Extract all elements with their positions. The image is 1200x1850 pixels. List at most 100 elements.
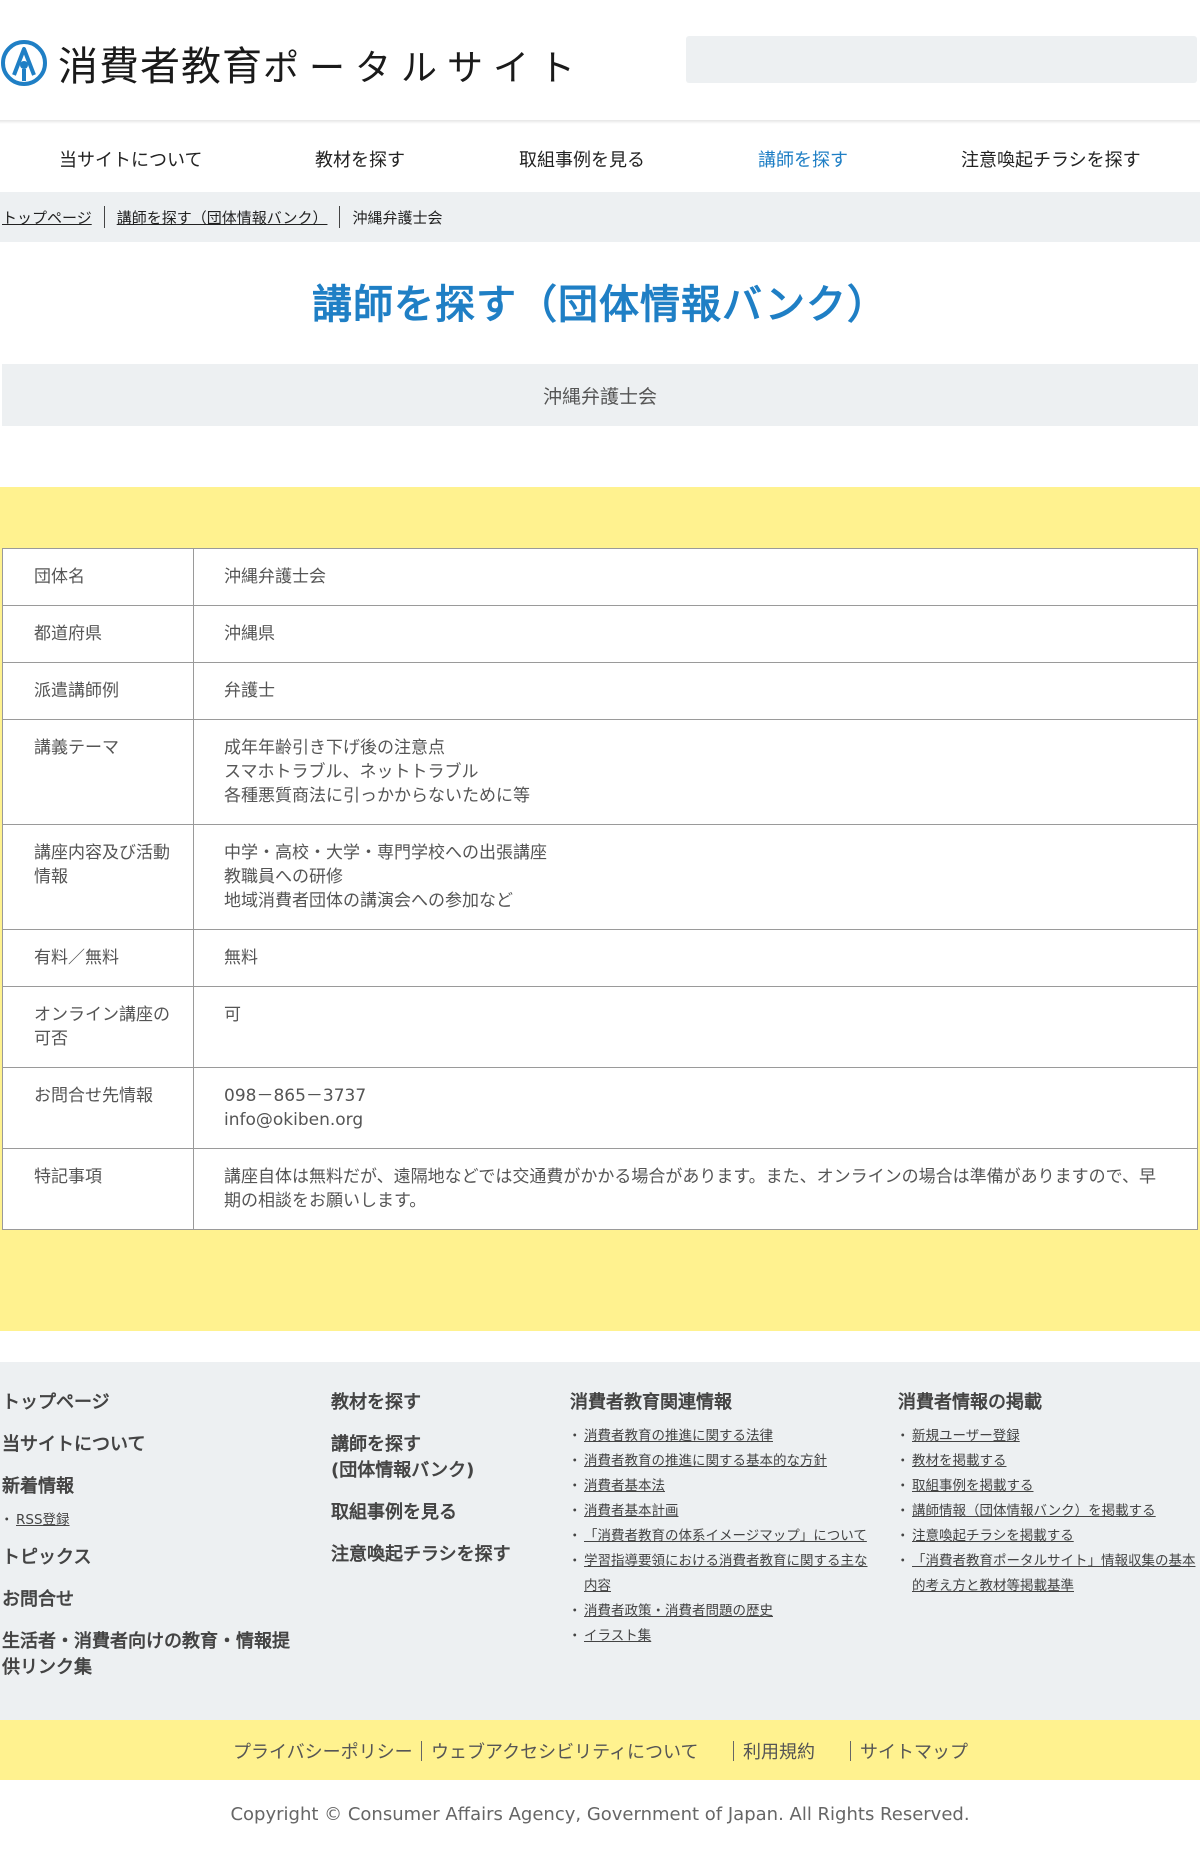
table-row: 派遣講師例 弁護士: [2, 662, 1198, 720]
list-item[interactable]: 「消費者教育ポータルサイト」情報収集の基本的考え方と教材等掲載基準: [896, 1549, 1198, 1599]
footer-link[interactable]: 消費者政策・消費者問題の歴史: [584, 1603, 773, 1619]
site-header: 消費者教育ポータルサイト: [0, 0, 1200, 122]
footer-link[interactable]: 講師情報（団体情報バンク）を掲載する: [912, 1503, 1156, 1519]
row-value: 無料: [193, 929, 1198, 987]
list-item[interactable]: 消費者教育の推進に関する法律: [568, 1424, 870, 1449]
list-item[interactable]: イラスト集: [568, 1624, 870, 1649]
search-input[interactable]: [686, 36, 1197, 83]
footer-link[interactable]: 新規ユーザー登録: [912, 1428, 1020, 1444]
link-terms[interactable]: 利用規約: [743, 1738, 815, 1764]
table-row: 団体名 沖縄弁護士会: [2, 548, 1198, 606]
row-label: 団体名: [2, 548, 194, 606]
footer-link-materials[interactable]: 教材を探す: [331, 1390, 511, 1416]
row-value-line: 教職員への研修: [224, 867, 343, 887]
footer-news-list: RSS登録: [0, 1508, 292, 1533]
breadcrumb-current: 沖縄弁護士会: [352, 208, 443, 227]
table-row: 講義テーマ 成年年齢引き下げ後の注意点 スマホトラブル、ネットトラブル 各種悪質…: [2, 719, 1198, 825]
table-row: 特記事項 講座自体は無料だが、遠隔地などでは交通費がかかる場合があります。また、…: [2, 1148, 1198, 1230]
breadcrumb-top[interactable]: トップページ: [2, 207, 92, 228]
list-item[interactable]: 「消費者教育の体系イメージマップ」について: [568, 1524, 870, 1549]
footer-link[interactable]: 取組事例を掲載する: [912, 1478, 1034, 1494]
footer-link-top[interactable]: トップページ: [2, 1390, 292, 1416]
footer-link[interactable]: 学習指導要領における消費者教育に関する主な内容: [584, 1553, 868, 1594]
footer-column-2: 教材を探す 講師を探す (団体情報バンク) 取組事例を見る 注意喚起チラシを探す: [331, 1390, 511, 1584]
footer-link[interactable]: 消費者基本法: [584, 1478, 665, 1494]
organization-name: 沖縄弁護士会: [542, 385, 657, 408]
row-value: 可: [193, 986, 1198, 1068]
list-item[interactable]: 消費者政策・消費者問題の歴史: [568, 1599, 870, 1624]
list-item[interactable]: 講師情報（団体情報バンク）を掲載する: [896, 1499, 1198, 1524]
footer-link-education-links[interactable]: 生活者・消費者向けの教育・情報提供リンク集: [2, 1629, 292, 1681]
nav-cases[interactable]: 取組事例を見る: [519, 146, 645, 172]
row-value: 中学・高校・大学・専門学校への出張講座 教職員への研修 地域消費者団体の講演会へ…: [193, 824, 1198, 930]
list-item[interactable]: 新規ユーザー登録: [896, 1424, 1198, 1449]
footer-related-list: 消費者教育の推進に関する法律 消費者教育の推進に関する基本的な方針 消費者基本法…: [568, 1424, 870, 1649]
logo-main: 消費者教育: [58, 44, 263, 90]
table-row: 講座内容及び活動情報 中学・高校・大学・専門学校への出張講座 教職員への研修 地…: [2, 824, 1198, 930]
row-value-line: 無料: [224, 948, 258, 968]
footer-link-topics[interactable]: トピックス: [2, 1545, 292, 1571]
list-item[interactable]: 消費者基本計画: [568, 1499, 870, 1524]
footer-link-contact[interactable]: お問合せ: [2, 1587, 292, 1613]
footer-link[interactable]: 消費者教育の推進に関する法律: [584, 1428, 773, 1444]
row-label: 都道府県: [2, 605, 194, 663]
row-value-line: 地域消費者団体の講演会への参加など: [224, 891, 513, 911]
nav-lecturers[interactable]: 講師を探す: [758, 146, 848, 172]
global-nav: 当サイトについて 教材を探す 取組事例を見る 講師を探す 注意喚起チラシを探す: [0, 126, 1200, 192]
footer-link[interactable]: 「消費者教育ポータルサイト」情報収集の基本的考え方と教材等掲載基準: [912, 1553, 1196, 1594]
footer-link[interactable]: 消費者基本計画: [584, 1503, 679, 1519]
row-value: 098－865－3737 info@okiben.org: [193, 1067, 1198, 1149]
footer-link[interactable]: 教材を掲載する: [912, 1453, 1007, 1469]
footer-link-flyers[interactable]: 注意喚起チラシを探す: [331, 1542, 511, 1568]
footer-link-about[interactable]: 当サイトについて: [2, 1432, 292, 1458]
row-value: 沖縄県: [193, 605, 1198, 663]
link-accessibility[interactable]: ウェブアクセシビリティについて: [431, 1738, 698, 1764]
footer-link[interactable]: 消費者教育の推進に関する基本的な方針: [584, 1453, 827, 1469]
list-item[interactable]: 消費者教育の推進に関する基本的な方針: [568, 1449, 870, 1474]
link-privacy[interactable]: プライバシーポリシー: [233, 1738, 413, 1764]
breadcrumb: トップページ 講師を探す（団体情報バンク） 沖縄弁護士会: [0, 192, 1200, 242]
row-label: 有料／無料: [2, 929, 194, 987]
footer-column-1: トップページ 当サイトについて 新着情報 RSS登録 トピックス お問合せ 生活…: [0, 1390, 292, 1681]
link-sitemap[interactable]: サイトマップ: [860, 1738, 968, 1764]
nav-about[interactable]: 当サイトについて: [59, 146, 202, 172]
row-label: お問合せ先情報: [2, 1067, 194, 1149]
breadcrumb-parent[interactable]: 講師を探す（団体情報バンク）: [117, 207, 328, 228]
row-label: 派遣講師例: [2, 662, 194, 720]
row-label: 講座内容及び活動情報: [2, 824, 194, 930]
footer-link-lecturers[interactable]: 講師を探す (団体情報バンク): [331, 1432, 511, 1484]
organization-name-bar: 沖縄弁護士会: [2, 364, 1198, 426]
row-value-line: 中学・高校・大学・専門学校への出張講座: [224, 843, 547, 863]
list-item[interactable]: RSS登録: [0, 1508, 292, 1533]
footer-link[interactable]: イラスト集: [584, 1628, 651, 1644]
header-divider: [0, 120, 1200, 124]
site-footer: トップページ 当サイトについて 新着情報 RSS登録 トピックス お問合せ 生活…: [0, 1362, 1200, 1720]
row-label: オンライン講座の可否: [2, 986, 194, 1068]
table-row: 有料／無料 無料: [2, 929, 1198, 987]
row-value-line: 沖縄県: [224, 624, 275, 644]
breadcrumb-separator: [339, 206, 341, 228]
footer-heading-posting: 消費者情報の掲載: [898, 1392, 1042, 1413]
list-item[interactable]: 注意喚起チラシを掲載する: [896, 1524, 1198, 1549]
list-item[interactable]: 教材を掲載する: [896, 1449, 1198, 1474]
footer-link[interactable]: 「消費者教育の体系イメージマップ」について: [584, 1528, 867, 1544]
table-row: 都道府県 沖縄県: [2, 605, 1198, 663]
row-value-line: 沖縄弁護士会: [224, 567, 326, 587]
footer-link[interactable]: 注意喚起チラシを掲載する: [912, 1528, 1074, 1544]
list-item[interactable]: 取組事例を掲載する: [896, 1474, 1198, 1499]
footer-posting-list: 新規ユーザー登録 教材を掲載する 取組事例を掲載する 講師情報（団体情報バンク）…: [896, 1424, 1198, 1599]
footer-link-rss[interactable]: RSS登録: [16, 1512, 70, 1528]
nav-flyers[interactable]: 注意喚起チラシを探す: [961, 146, 1141, 172]
link-separator: [733, 1741, 734, 1761]
row-label: 特記事項: [2, 1148, 194, 1230]
row-label: 講義テーマ: [2, 719, 194, 825]
footer-link-news[interactable]: 新着情報: [2, 1474, 292, 1500]
list-item[interactable]: 学習指導要領における消費者教育に関する主な内容: [568, 1549, 870, 1599]
list-item[interactable]: 消費者基本法: [568, 1474, 870, 1499]
nav-materials[interactable]: 教材を探す: [315, 146, 405, 172]
site-logo[interactable]: 消費者教育ポータルサイト: [0, 34, 585, 92]
row-value-line: 各種悪質商法に引っかからないために等: [224, 786, 530, 806]
row-value-line: 可: [224, 1005, 241, 1025]
row-value-line: info@okiben.org: [224, 1110, 364, 1130]
footer-link-cases[interactable]: 取組事例を見る: [331, 1500, 511, 1526]
